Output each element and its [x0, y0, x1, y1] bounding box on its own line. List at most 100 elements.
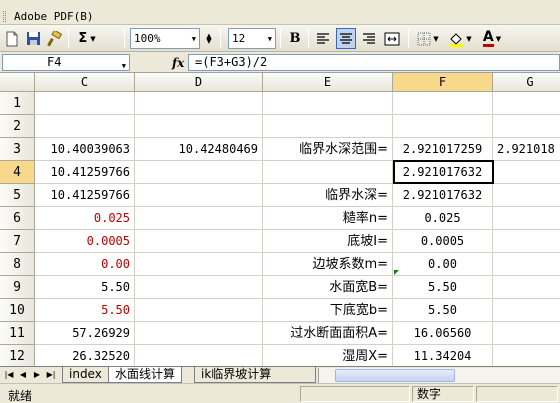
cell-c6[interactable]: 0.025: [35, 207, 135, 230]
cell-c12[interactable]: 26.32520: [35, 345, 135, 366]
cell-c11[interactable]: 57.26929: [35, 322, 135, 345]
cell-f7[interactable]: 0.0005: [393, 230, 493, 253]
menu-bar[interactable]: [0, 0, 560, 8]
sheet-tab-critical-slope[interactable]: ik临界坡计算: [194, 367, 316, 383]
cell-c10[interactable]: 5.50: [35, 299, 135, 322]
borders-button[interactable]: ▼: [414, 28, 442, 49]
align-right-icon[interactable]: [359, 28, 379, 49]
cell-d9[interactable]: [135, 276, 263, 299]
cell-f8[interactable]: 0.00: [393, 253, 493, 276]
spreadsheet-grid[interactable]: C D E F G 1 2 3 10.40039063 10.42480469 临界水深范…: [0, 73, 560, 366]
cell-c7[interactable]: 0.0005: [35, 230, 135, 253]
cell-c1[interactable]: [35, 92, 135, 115]
column-header-e[interactable]: E: [263, 73, 393, 92]
row-header[interactable]: 12: [0, 345, 35, 366]
align-left-icon[interactable]: [313, 28, 333, 49]
cell-c2[interactable]: [35, 115, 135, 138]
cell-g2[interactable]: [493, 115, 560, 138]
cell-g10[interactable]: [493, 299, 560, 322]
row-header[interactable]: 1: [0, 92, 35, 115]
horizontal-scrollbar[interactable]: [318, 368, 560, 383]
adobe-pdf-menu[interactable]: Adobe PDF(B): [14, 10, 93, 23]
row-header[interactable]: 10: [0, 299, 35, 322]
cell-c8[interactable]: 0.00: [35, 253, 135, 276]
autosum-button[interactable]: Σ ▼: [72, 28, 102, 49]
cell-c9[interactable]: 5.50: [35, 276, 135, 299]
cell-d10[interactable]: [135, 299, 263, 322]
scrollbar-thumb[interactable]: [335, 369, 455, 382]
toolbar-grip[interactable]: [3, 11, 6, 22]
row-header[interactable]: 4: [0, 161, 35, 184]
cell-g9[interactable]: [493, 276, 560, 299]
column-header-c[interactable]: C: [35, 73, 135, 92]
cell-c3[interactable]: 10.40039063: [35, 138, 135, 161]
cell-f9[interactable]: 5.50: [393, 276, 493, 299]
cell-f11[interactable]: 16.06560: [393, 322, 493, 345]
row-header[interactable]: 11: [0, 322, 35, 345]
cell-f12[interactable]: 11.34204: [393, 345, 493, 366]
cell-d5[interactable]: [135, 184, 263, 207]
row-header[interactable]: 7: [0, 230, 35, 253]
font-color-button[interactable]: A ▼: [478, 28, 506, 49]
cell-f1[interactable]: [393, 92, 493, 115]
cell-g7[interactable]: [493, 230, 560, 253]
cell-e4[interactable]: [263, 161, 393, 184]
cell-g11[interactable]: [493, 322, 560, 345]
row-header[interactable]: 8: [0, 253, 35, 276]
bold-button[interactable]: B: [285, 28, 305, 49]
cell-d3[interactable]: 10.42480469: [135, 138, 263, 161]
cell-e11[interactable]: 过水断面面积A=: [263, 322, 393, 345]
insert-function-icon[interactable]: fx: [172, 56, 184, 70]
cell-e2[interactable]: [263, 115, 393, 138]
cell-e3[interactable]: 临界水深范围=: [263, 138, 393, 161]
cell-f4[interactable]: 2.921017632: [393, 161, 493, 184]
cell-g1[interactable]: [493, 92, 560, 115]
cell-d11[interactable]: [135, 322, 263, 345]
cell-g6[interactable]: [493, 207, 560, 230]
select-all-corner[interactable]: [0, 73, 35, 92]
cell-e10[interactable]: 下底宽b=: [263, 299, 393, 322]
fill-color-button[interactable]: ▼: [446, 28, 474, 49]
cell-c5[interactable]: 10.41259766: [35, 184, 135, 207]
cell-f10[interactable]: 5.50: [393, 299, 493, 322]
next-sheet-icon[interactable]: ▶: [31, 369, 43, 381]
column-header-d[interactable]: D: [135, 73, 263, 92]
cell-f3[interactable]: 2.921017259: [393, 138, 493, 161]
merge-center-icon[interactable]: [382, 28, 402, 49]
cell-d1[interactable]: [135, 92, 263, 115]
row-header[interactable]: 5: [0, 184, 35, 207]
cell-d8[interactable]: [135, 253, 263, 276]
first-sheet-icon[interactable]: |◀: [3, 369, 15, 381]
cell-g12[interactable]: [493, 345, 560, 366]
cell-e7[interactable]: 底坡I=: [263, 230, 393, 253]
cell-g4[interactable]: [493, 161, 560, 184]
last-sheet-icon[interactable]: ▶|: [45, 369, 57, 381]
format-painter-icon[interactable]: [44, 28, 64, 49]
cell-d4[interactable]: [135, 161, 263, 184]
cell-d12[interactable]: [135, 345, 263, 366]
cell-e5[interactable]: 临界水深=: [263, 184, 393, 207]
cell-d2[interactable]: [135, 115, 263, 138]
cell-g8[interactable]: [493, 253, 560, 276]
font-size-select[interactable]: 12 ▼: [228, 28, 276, 49]
prev-sheet-icon[interactable]: ◀: [17, 369, 29, 381]
cell-d6[interactable]: [135, 207, 263, 230]
toolbar-options-button[interactable]: ▲ ▼: [203, 28, 215, 49]
cell-e1[interactable]: [263, 92, 393, 115]
cell-e9[interactable]: 水面宽B=: [263, 276, 393, 299]
name-box[interactable]: F4 ▼: [2, 54, 130, 71]
cell-e6[interactable]: 糙率n=: [263, 207, 393, 230]
sheet-tab-water-surface[interactable]: 水面线计算: [108, 367, 183, 383]
row-header[interactable]: 6: [0, 207, 35, 230]
sheet-tab-index[interactable]: index: [62, 367, 109, 383]
cell-f5[interactable]: 2.921017632: [393, 184, 493, 207]
column-header-g[interactable]: G: [493, 73, 560, 92]
cell-d7[interactable]: [135, 230, 263, 253]
save-icon[interactable]: [23, 28, 43, 49]
formula-input[interactable]: =(F3+G3)/2: [188, 54, 560, 71]
row-header[interactable]: 9: [0, 276, 35, 299]
cell-g5[interactable]: [493, 184, 560, 207]
cell-f6[interactable]: 0.025: [393, 207, 493, 230]
cell-e8[interactable]: 边坡系数m=: [263, 253, 393, 276]
row-header[interactable]: 3: [0, 138, 35, 161]
